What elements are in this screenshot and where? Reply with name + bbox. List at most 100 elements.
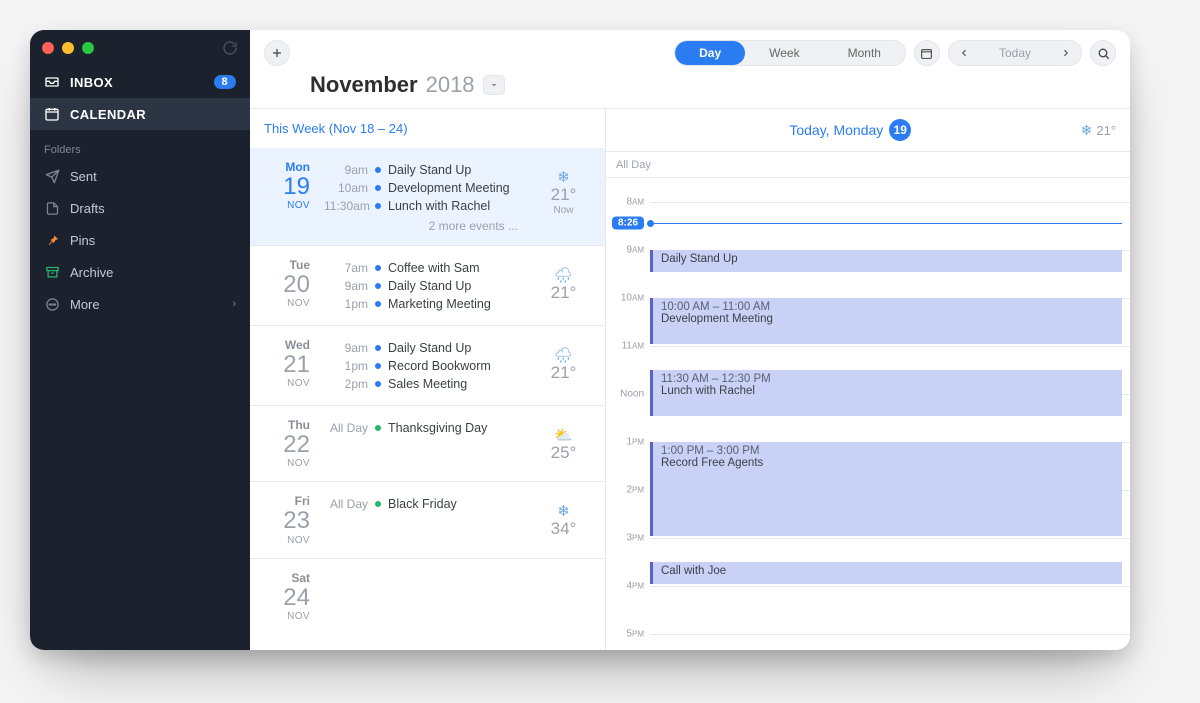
hour-label: 3PM (626, 533, 644, 544)
minimize-window-icon[interactable] (62, 42, 74, 54)
chevron-right-icon: › (232, 298, 236, 310)
snow-icon: ❄ (1081, 122, 1093, 139)
search-button[interactable] (1090, 40, 1116, 66)
prev-day-button[interactable] (949, 43, 979, 63)
zoom-window-icon[interactable] (82, 42, 94, 54)
sidebar-item-archive[interactable]: Archive (30, 256, 250, 288)
day-events: All DayBlack Friday (324, 494, 522, 545)
day-weather: ⛅25° (536, 418, 591, 469)
agenda-event-title: Daily Stand Up (388, 163, 471, 177)
agenda-header-title: This Week (264, 121, 325, 136)
dot-icon (375, 167, 381, 173)
compose-button[interactable] (264, 40, 290, 66)
agenda-day[interactable]: Sat24NOV (250, 559, 605, 634)
sidebar-item-drafts[interactable]: Drafts (30, 192, 250, 224)
agenda-event-title: Black Friday (388, 497, 457, 511)
day-temp: 21° (551, 185, 577, 205)
hour-label: 8AM (626, 197, 644, 208)
agenda-day[interactable]: Thu22NOV All DayThanksgiving Day ⛅25° (250, 406, 605, 482)
agenda-event[interactable]: 1pmMarketing Meeting (324, 295, 522, 313)
today-button[interactable]: Today (979, 41, 1051, 65)
agenda-event-title: Sales Meeting (388, 377, 467, 391)
view-segment: Day Week Month (674, 40, 906, 66)
timeline-event[interactable]: Daily Stand Up (650, 250, 1122, 272)
segment-week[interactable]: Week (745, 41, 823, 65)
timeline-event[interactable]: 1:00 PM – 3:00 PMRecord Free Agents (650, 442, 1122, 536)
dot-icon (375, 501, 381, 507)
sidebar-item-inbox[interactable]: INBOX 8 (30, 66, 250, 98)
agenda-list[interactable]: This Week (Nov 18 – 24) Mon19NOV9amDaily… (250, 109, 606, 650)
sent-icon (44, 168, 60, 184)
timeline-header: Today, Monday 19 ❄ 21° (606, 109, 1130, 152)
hour-label: Noon (620, 389, 644, 400)
agenda-event[interactable]: 1pmRecord Bookworm (324, 357, 522, 375)
toolbar-right: Today (914, 40, 1116, 66)
hour-line (650, 346, 1130, 347)
timeline-event-time: 10:00 AM – 11:00 AM (661, 301, 1114, 313)
agenda-event-time: 10am (324, 181, 368, 195)
now-time-badge: 8:26 (612, 216, 644, 229)
agenda-event[interactable]: 9amDaily Stand Up (324, 339, 522, 357)
agenda-event-time: 9am (324, 163, 368, 177)
agenda-event[interactable]: 10amDevelopment Meeting (324, 179, 522, 197)
month-dropdown[interactable] (483, 75, 505, 95)
agenda-header: This Week (Nov 18 – 24) (250, 109, 605, 148)
dot-icon (375, 185, 381, 191)
timeline-event[interactable]: Call with Joe (650, 562, 1122, 584)
agenda-day[interactable]: Mon19NOV9amDaily Stand Up10amDevelopment… (250, 148, 605, 246)
dot-icon (375, 363, 381, 369)
agenda-event[interactable]: 7am Coffee with Sam (324, 259, 522, 277)
day-temp: 34° (551, 519, 577, 539)
agenda-day[interactable]: Tue20NOV7amCoffee with Sam9amDaily Stand… (250, 246, 605, 326)
hour-label: 10AM (621, 293, 644, 304)
sidebar-item-label: Sent (70, 169, 97, 184)
agenda-event[interactable]: All DayBlack Friday (324, 495, 522, 513)
timeline-title: Today, Monday (789, 122, 883, 138)
date-navigation: Today (948, 40, 1082, 66)
snow-icon: ❄ (557, 504, 570, 519)
hour-label: 4PM (626, 581, 644, 592)
timeline-event-title: Record Free Agents (661, 457, 1114, 469)
agenda-event-title: Coffee with Sam (388, 261, 479, 275)
segment-month[interactable]: Month (824, 41, 905, 65)
agenda-event-time: 9am (324, 341, 368, 355)
agenda-day[interactable]: Wed21NOV9amDaily Stand Up1pmRecord Bookw… (250, 326, 605, 406)
hour-label: 1PM (626, 437, 644, 448)
hour-line (650, 202, 1130, 203)
date-picker-button[interactable] (914, 40, 940, 66)
timeline-event[interactable]: 10:00 AM – 11:00 AMDevelopment Meeting (650, 298, 1122, 344)
agenda-event[interactable]: 11:30amLunch with Rachel (324, 197, 522, 215)
partly-icon: ⛅ (554, 428, 573, 443)
timeline-event[interactable]: 11:30 AM – 12:30 PMLunch with Rachel (650, 370, 1122, 416)
agenda-event[interactable]: All DayThanksgiving Day (324, 419, 522, 437)
agenda-event-title: Daily Stand Up (388, 279, 471, 293)
agenda-event[interactable]: 9amDaily Stand Up (324, 277, 522, 295)
agenda-event-time: 7am (324, 261, 368, 275)
timeline-date-chip: 19 (889, 119, 911, 141)
agenda-event[interactable]: 2pmSales Meeting (324, 375, 522, 393)
sidebar-item-pins[interactable]: Pins (30, 224, 250, 256)
toolbar: Day Week Month Today (250, 30, 1130, 68)
day-date: Thu22NOV (264, 418, 310, 469)
agenda-event-time: 1pm (324, 297, 368, 311)
segment-day[interactable]: Day (675, 41, 745, 65)
timeline-grid[interactable]: 8AM9AM10AM11AMNoon1PM2PM3PM4PM5PM Daily … (606, 178, 1130, 650)
agenda-more-events[interactable]: 2 more events ... (324, 215, 522, 233)
agenda-day[interactable]: Fri23NOV All DayBlack Friday ❄34° (250, 482, 605, 558)
sync-icon[interactable] (222, 40, 238, 56)
sidebar-item-sent[interactable]: Sent (30, 160, 250, 192)
day-events: 9am Daily Stand Up 10amDevelopment Meeting… (324, 160, 522, 233)
traffic-lights (30, 30, 250, 66)
drafts-icon (44, 200, 60, 216)
sidebar-item-more[interactable]: More › (30, 288, 250, 320)
sidebar-item-calendar[interactable]: CALENDAR (30, 98, 250, 130)
day-weather (536, 571, 591, 622)
agenda-event[interactable]: 9am Daily Stand Up (324, 161, 522, 179)
next-day-button[interactable] (1051, 43, 1081, 63)
main-area: Day Week Month Today (250, 30, 1130, 650)
close-window-icon[interactable] (42, 42, 54, 54)
day-temp: 25° (551, 443, 577, 463)
agenda-event-title: Lunch with Rachel (388, 199, 490, 213)
day-date: Fri23NOV (264, 494, 310, 545)
sidebar-item-label: Pins (70, 233, 95, 248)
